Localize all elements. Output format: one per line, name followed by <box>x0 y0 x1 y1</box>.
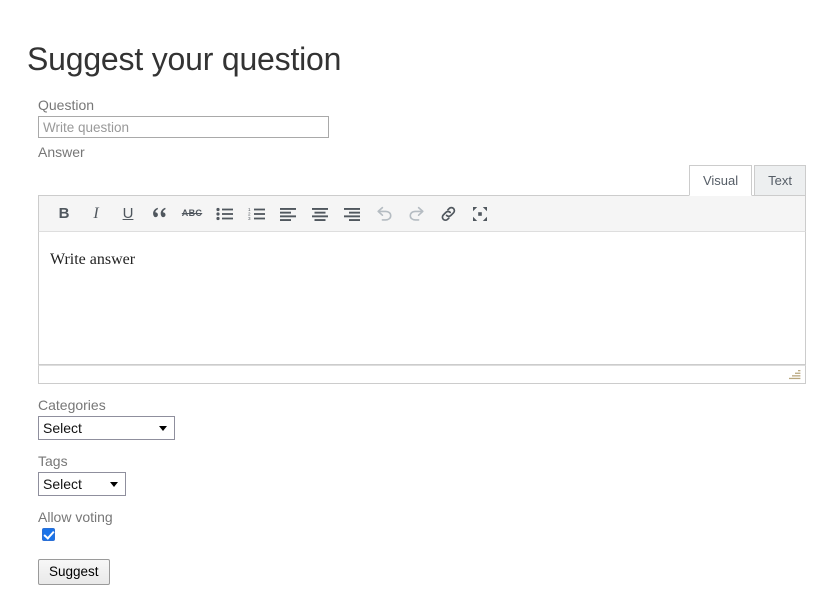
underline-glyph: U <box>123 206 134 221</box>
strikethrough-glyph: ABC <box>182 209 202 218</box>
bold-icon[interactable]: B <box>48 198 80 229</box>
align-center-icon[interactable] <box>304 198 336 229</box>
allow-voting-label: Allow voting <box>38 508 806 526</box>
editor-toolbar: B I U ABC <box>38 195 806 232</box>
italic-icon[interactable]: I <box>80 198 112 229</box>
editor-content-area[interactable]: Write answer <box>38 232 806 365</box>
resize-grip-icon[interactable] <box>789 368 802 381</box>
align-right-icon[interactable] <box>336 198 368 229</box>
answer-editor: Visual Text B I U <box>38 164 806 384</box>
tab-text[interactable]: Text <box>754 165 806 196</box>
allow-voting-checkbox[interactable] <box>42 528 55 541</box>
svg-text:3: 3 <box>248 216 251 221</box>
categories-select-wrap: Select <box>38 416 175 440</box>
submit-row: Suggest <box>38 559 806 585</box>
categories-select[interactable]: Select <box>38 416 175 440</box>
editor-statusbar <box>38 365 806 384</box>
align-left-icon[interactable] <box>272 198 304 229</box>
page-title: Suggest your question <box>27 37 341 81</box>
insert-link-icon[interactable] <box>432 198 464 229</box>
italic-glyph: I <box>93 206 98 222</box>
question-input[interactable] <box>38 116 329 138</box>
tags-select-wrap: Select <box>38 472 126 496</box>
bold-glyph: B <box>59 206 70 221</box>
fullscreen-icon[interactable] <box>464 198 496 229</box>
redo-icon[interactable] <box>400 198 432 229</box>
numbered-list-icon[interactable]: 1 2 3 <box>240 198 272 229</box>
undo-icon[interactable] <box>368 198 400 229</box>
strikethrough-icon[interactable]: ABC <box>176 198 208 229</box>
tags-select[interactable]: Select <box>38 472 126 496</box>
suggest-question-form: Question Answer Visual Text B I U <box>38 96 806 585</box>
bulleted-list-icon[interactable] <box>208 198 240 229</box>
tags-label: Tags <box>38 452 806 470</box>
answer-label: Answer <box>38 143 806 161</box>
underline-icon[interactable]: U <box>112 198 144 229</box>
blockquote-icon[interactable] <box>144 198 176 229</box>
editor-content-text: Write answer <box>50 248 794 272</box>
question-label: Question <box>38 96 806 114</box>
tab-visual[interactable]: Visual <box>689 165 752 196</box>
page-root: Suggest your question Question Answer Vi… <box>0 0 833 604</box>
categories-label: Categories <box>38 396 806 414</box>
suggest-button[interactable]: Suggest <box>38 559 110 585</box>
editor-tabs: Visual Text <box>38 164 806 195</box>
